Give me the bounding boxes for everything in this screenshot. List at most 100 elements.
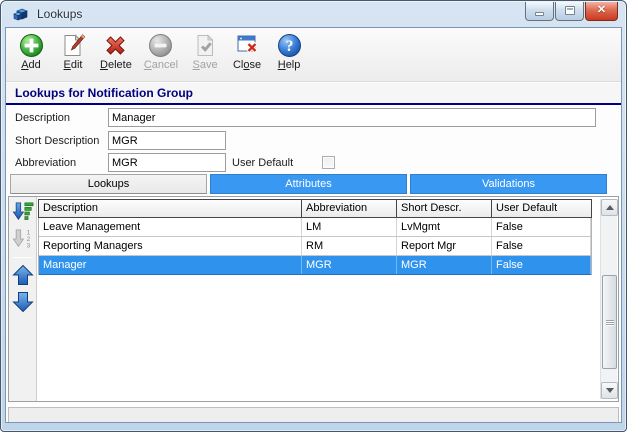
grid-body: Leave Management LM LvMgmt False Reporti… [38, 218, 592, 275]
cell-description: Reporting Managers [39, 237, 302, 255]
add-button[interactable]: Add [12, 31, 50, 73]
add-label: Add [21, 58, 41, 72]
cancel-label: Cancel [144, 58, 178, 72]
triangle-up-icon [605, 205, 614, 210]
user-default-label: User Default [232, 157, 294, 169]
cell-user-default: False [492, 218, 591, 236]
cell-short-descr: Report Mgr [397, 237, 492, 255]
svg-text:3: 3 [26, 242, 30, 249]
cancel-button: Cancel [140, 31, 182, 73]
close-button[interactable]: Close [228, 31, 266, 73]
triangle-down-icon [605, 388, 614, 393]
user-default-checkbox[interactable] [322, 156, 335, 169]
add-icon [19, 33, 44, 58]
delete-button[interactable]: Delete [96, 31, 136, 73]
tab-validations[interactable]: Validations [410, 174, 607, 194]
vertical-scrollbar[interactable] [600, 199, 618, 399]
label-mnemonic: S [192, 59, 200, 71]
lookup-grid: Description Abbreviation Short Descr. Us… [38, 199, 592, 275]
short-description-input[interactable] [108, 131, 226, 150]
window-controls: ✕ [524, 1, 618, 21]
label-mnemonic: H [277, 59, 286, 71]
move-up-button[interactable] [11, 264, 34, 286]
label-text: dd [28, 59, 41, 71]
cell-user-default: False [492, 256, 591, 274]
table-row-reporting-managers[interactable]: Reporting Managers RM Report Mgr False [39, 237, 591, 256]
cell-abbreviation: MGR [302, 256, 397, 274]
label-text: elp [285, 59, 301, 71]
edit-icon [61, 33, 86, 58]
section-title: Lookups for Notification Group [15, 86, 193, 100]
label-text: ave [199, 59, 218, 71]
label-mnemonic: C [143, 59, 152, 71]
titlebar[interactable]: Lookups ✕ [1, 1, 626, 27]
numeric-sort-button: 1 2 3 [12, 228, 34, 250]
window-title: Lookups [37, 7, 83, 21]
scrollbar-thumb[interactable] [602, 275, 617, 369]
help-label: Help [278, 58, 301, 72]
save-icon [193, 33, 218, 58]
save-button: Save [186, 31, 224, 73]
cell-description: Manager [39, 256, 302, 274]
edit-label: Edit [64, 58, 83, 72]
close-label: Close [233, 58, 261, 72]
table-row-manager-selected[interactable]: Manager MGR MGR False [39, 256, 591, 275]
table-row-leave-management[interactable]: Leave Management LM LvMgmt False [39, 218, 591, 237]
tab-attributes[interactable]: Attributes [210, 174, 407, 194]
numeric-sort-icon: 1 2 3 [12, 229, 34, 253]
scrollbar-grip-icon [605, 319, 614, 321]
label-text: dit [70, 59, 83, 71]
cell-user-default: False [492, 237, 591, 255]
cell-description: Leave Management [39, 218, 302, 236]
sort-descending-icon [12, 202, 34, 226]
edit-button[interactable]: Edit [54, 31, 92, 73]
close-icon [235, 33, 260, 58]
cell-abbreviation: LM [302, 218, 397, 236]
section-header: Lookups for Notification Group [6, 83, 621, 105]
tab-strip: Lookups Attributes Validations [10, 174, 607, 194]
minimize-icon [535, 11, 544, 16]
cell-abbreviation: RM [302, 237, 397, 255]
sort-button[interactable] [12, 201, 34, 223]
column-header-short-descr[interactable]: Short Descr. [397, 200, 492, 217]
abbreviation-label: Abbreviation [15, 157, 77, 169]
arrow-down-icon [11, 292, 34, 316]
grid-header-row: Description Abbreviation Short Descr. Us… [38, 199, 592, 218]
move-down-button[interactable] [11, 291, 34, 316]
label-mnemonic: E [63, 59, 71, 71]
scroll-down-button[interactable] [601, 382, 618, 399]
abbreviation-input[interactable] [108, 153, 226, 172]
scroll-up-button[interactable] [601, 199, 618, 216]
label-text: elete [107, 59, 132, 71]
app-cube-icon [13, 6, 31, 22]
column-header-description[interactable]: Description [39, 200, 302, 217]
column-header-user-default[interactable]: User Default [492, 200, 591, 217]
lookups-window: Lookups ✕ Add Edit Delete Cancel Save Cl… [0, 0, 627, 432]
client-area: Add Edit Delete Cancel Save Close ? Help… [5, 27, 622, 423]
minimize-button[interactable] [525, 1, 554, 21]
label-text: Cl [232, 59, 244, 71]
cell-short-descr: LvMgmt [397, 218, 492, 236]
delete-icon [103, 33, 128, 58]
maximize-icon [564, 6, 575, 15]
label-text: se [249, 59, 262, 71]
form-area: Description Short Description Abbreviati… [6, 107, 621, 174]
divider [12, 257, 33, 258]
save-label: Save [193, 58, 218, 72]
grid-side-toolbar: 1 2 3 [9, 197, 37, 401]
delete-label: Delete [100, 58, 132, 72]
help-button[interactable]: ? Help [270, 31, 308, 73]
close-window-button[interactable]: ✕ [585, 1, 618, 21]
tab-lookups[interactable]: Lookups [10, 174, 207, 194]
label-mnemonic: D [100, 59, 108, 71]
label-text: ancel [151, 59, 179, 71]
svg-text:?: ? [285, 38, 293, 55]
short-description-label: Short Description [15, 135, 100, 147]
cell-short-descr: MGR [397, 256, 492, 274]
description-input[interactable] [108, 108, 596, 127]
lookup-grid-region: 1 2 3 Description Abbreviation Short Des… [8, 196, 619, 402]
close-icon: ✕ [596, 4, 607, 16]
maximize-button[interactable] [555, 1, 584, 21]
column-header-abbreviation[interactable]: Abbreviation [302, 200, 397, 217]
toolbar: Add Edit Delete Cancel Save Close ? Help [6, 28, 621, 82]
